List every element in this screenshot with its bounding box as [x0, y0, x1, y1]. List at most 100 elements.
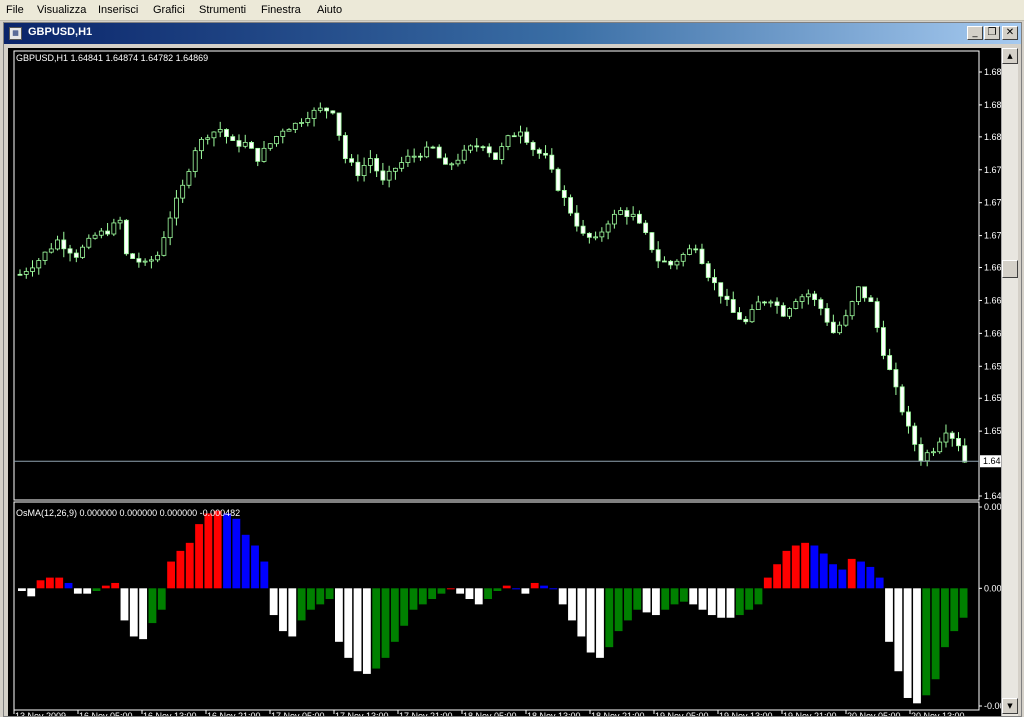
candle-body — [155, 254, 161, 261]
time-tick-label: 16 Nov 13:00 — [143, 711, 197, 716]
window-titlebar[interactable]: ▦ GBPUSD,H1 _ ❐ ✕ — [4, 23, 1021, 44]
minimize-button[interactable]: _ — [967, 26, 983, 40]
osma-bar — [484, 588, 492, 600]
window-title: GBPUSD,H1 — [28, 26, 93, 38]
candle-body — [536, 149, 542, 154]
candle-body — [130, 253, 136, 259]
candle-body — [324, 107, 329, 112]
candle-body — [36, 260, 42, 269]
time-tick-label: 16 Nov 21:00 — [207, 711, 261, 716]
candle-body — [117, 219, 123, 224]
menu-inserisci[interactable]: Inserisci — [98, 4, 138, 16]
osma-bar — [913, 588, 921, 704]
chart-canvas[interactable]: 1.68890 1.68550 1.68220 1.67880 1.67540 1.672… — [8, 48, 1001, 716]
chart-window-icon[interactable]: ▦ — [9, 27, 22, 40]
menu-file[interactable]: File — [6, 4, 24, 16]
candle-body — [392, 167, 398, 172]
candle-body — [236, 140, 242, 147]
candle-body — [355, 161, 361, 177]
candle-body — [887, 355, 893, 370]
candle-body — [611, 213, 617, 225]
menu-visualizza[interactable]: Visualizza — [37, 4, 86, 16]
candle-body — [580, 225, 586, 234]
candle-body — [830, 321, 836, 334]
close-button[interactable]: ✕ — [1002, 26, 1018, 40]
candle-body — [624, 210, 630, 217]
candle-body — [255, 147, 261, 162]
candle-body — [912, 425, 918, 445]
candle-body — [505, 135, 511, 148]
candle-body — [605, 223, 611, 233]
osma-bar — [269, 588, 278, 616]
osma-bar — [55, 577, 64, 589]
candle-body — [418, 155, 423, 158]
candle-body — [367, 158, 373, 166]
candle-body — [805, 293, 811, 298]
osma-bar — [111, 582, 120, 589]
candle-body — [180, 184, 186, 199]
osma-tick-label: -0.00220 — [984, 701, 1001, 711]
menu-aiuto[interactable]: Aiuto — [317, 4, 342, 16]
candle-body — [299, 122, 304, 124]
candle-body — [317, 107, 323, 111]
menu-finestra[interactable]: Finestra — [261, 4, 301, 16]
candle-body — [818, 299, 824, 309]
candle-body — [305, 118, 311, 123]
osma-bar — [213, 510, 222, 589]
candle-body — [436, 146, 442, 159]
scroll-down-icon[interactable]: ▼ — [1002, 698, 1018, 714]
osma-bar — [763, 577, 772, 589]
osma-bar — [717, 588, 726, 618]
candle-body — [192, 150, 198, 172]
price-tick-label: 1.66530 — [984, 295, 1001, 305]
price-tick-label: 1.66870 — [984, 263, 1001, 273]
candle-body — [899, 386, 905, 413]
candle-body — [862, 286, 868, 299]
osma-bar — [707, 588, 716, 616]
candle-body — [161, 237, 167, 256]
candle-body — [286, 129, 292, 132]
candle-body — [874, 301, 880, 328]
candle-body — [555, 168, 561, 191]
osma-bar — [325, 588, 334, 600]
candle-body — [768, 301, 774, 304]
candle-body — [699, 248, 705, 265]
chart-area[interactable]: 1.68890 1.68550 1.68220 1.67880 1.67540 1.672… — [8, 48, 1018, 716]
candle-body — [167, 217, 173, 239]
scroll-up-icon[interactable]: ▲ — [1002, 48, 1018, 64]
vertical-scrollbar[interactable]: ▲ ▼ — [1001, 48, 1018, 716]
scroll-thumb[interactable] — [1002, 260, 1018, 278]
menu-strumenti[interactable]: Strumenti — [199, 4, 246, 16]
candle-body — [311, 109, 317, 119]
candle-body — [242, 141, 248, 147]
candle-body — [480, 146, 486, 149]
osma-bar — [307, 588, 315, 610]
menu-grafici[interactable]: Grafici — [153, 4, 185, 16]
osma-bar — [279, 588, 287, 632]
candle-body — [30, 267, 35, 272]
candle-body — [461, 149, 467, 161]
osma-bar — [335, 588, 343, 642]
osma-bar — [586, 588, 595, 653]
candle-body — [824, 308, 830, 323]
candle-body — [511, 135, 517, 138]
candle-body — [593, 236, 599, 239]
price-tick-label: 1.68890 — [984, 67, 1001, 77]
restore-button[interactable]: ❐ — [984, 26, 1000, 40]
osma-bar — [176, 550, 185, 589]
osma-bar — [773, 564, 782, 589]
candle-body — [561, 190, 567, 198]
candle-body — [743, 318, 749, 323]
candle-body — [962, 445, 968, 463]
osma-bar — [64, 582, 73, 589]
candle-body — [599, 231, 605, 238]
candle-body — [42, 251, 48, 261]
candle-body — [148, 259, 154, 262]
osma-bar — [959, 588, 968, 618]
candle-body — [762, 301, 767, 304]
osma-bar — [36, 580, 45, 589]
osma-bar — [232, 518, 241, 589]
osma-bar — [474, 588, 483, 605]
osma-bar — [950, 588, 959, 632]
candle-body — [174, 197, 179, 219]
